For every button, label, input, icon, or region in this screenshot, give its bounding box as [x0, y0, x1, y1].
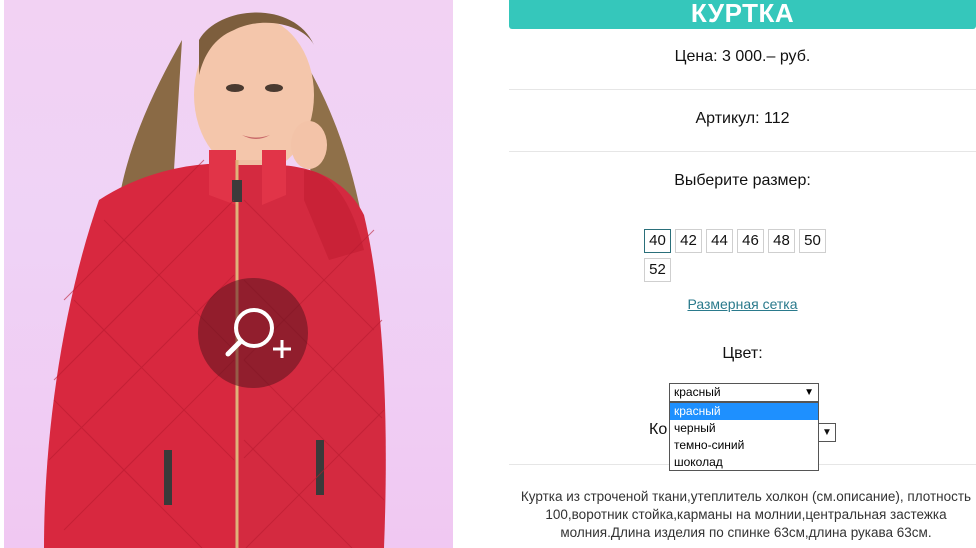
choose-size-label: Выберите размер:	[674, 172, 811, 189]
color-label: Цвет:	[722, 345, 763, 362]
color-select[interactable]: красный ▼	[669, 383, 819, 402]
quantity-select-arrow[interactable]: ▼	[819, 423, 836, 442]
product-photo-illustration	[44, 12, 386, 548]
zoom-in-icon	[225, 308, 291, 358]
size-option-40[interactable]: 40	[644, 229, 671, 253]
color-select-value: красный	[674, 385, 721, 399]
product-description: Куртка из строченой ткани,утеплитель хол…	[520, 489, 972, 540]
article-text: Артикул: 112	[695, 110, 790, 127]
color-option-navy[interactable]: темно-синий	[670, 437, 818, 454]
divider	[509, 89, 976, 90]
color-option-chocolate[interactable]: шоколад	[670, 454, 818, 471]
price-text: Цена: 3 000.– руб.	[674, 48, 811, 65]
size-option-42[interactable]: 42	[675, 229, 702, 253]
product-info: КУРТКА Цена: 3 000.– руб. Артикул: 112 В…	[509, 0, 976, 548]
color-option-red[interactable]: красный	[670, 403, 818, 420]
size-option-46[interactable]: 46	[737, 229, 764, 253]
zoom-overlay[interactable]	[198, 278, 308, 388]
size-chart-link[interactable]: Размерная сетка	[509, 296, 976, 312]
product-photo[interactable]	[4, 0, 453, 548]
quantity-label: Ко	[649, 421, 668, 438]
size-option-50[interactable]: 50	[799, 229, 826, 253]
size-option-52[interactable]: 52	[644, 258, 671, 282]
divider	[509, 151, 976, 152]
size-option-44[interactable]: 44	[706, 229, 733, 253]
chevron-down-icon: ▼	[804, 387, 814, 398]
product-title: КУРТКА	[509, 0, 976, 29]
color-dropdown: красный черный темно-синий шоколад	[669, 402, 819, 471]
size-option-48[interactable]: 48	[768, 229, 795, 253]
color-option-black[interactable]: черный	[670, 420, 818, 437]
